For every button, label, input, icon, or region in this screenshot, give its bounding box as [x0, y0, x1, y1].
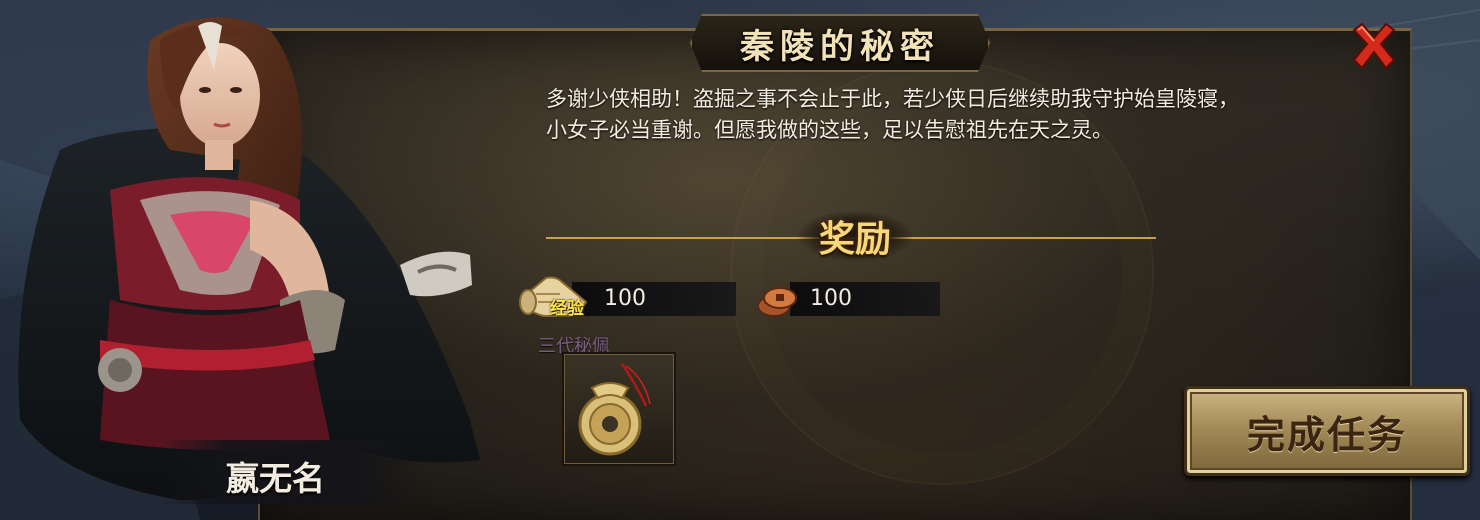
complete-quest-label: 完成任务 — [1246, 412, 1407, 457]
reward-item-slot[interactable] — [562, 352, 676, 466]
copper-coins-icon — [757, 287, 797, 317]
quest-complete-scene: 嬴无名 秦陵的秘密 多谢少侠相助！盗掘之事不会止于此，若少侠日后继续助我守护始皇… — [0, 0, 1480, 520]
reward-section-title: 奖励 — [796, 210, 914, 262]
coin-reward: 100 — [790, 282, 940, 316]
close-button[interactable] — [1348, 20, 1400, 72]
dialog-title: 秦陵的秘密 — [740, 26, 940, 67]
dialog-message: 多谢少侠相助！盗掘之事不会止于此，若少侠日后继续助我守护始皇陵寝，小女子必当重谢… — [546, 87, 1239, 142]
experience-value: 100 — [604, 286, 646, 311]
jade-pendant-icon — [578, 363, 651, 456]
experience-label: 经验 — [550, 299, 584, 319]
close-x-icon — [1352, 22, 1396, 70]
npc-name: 嬴无名 — [226, 459, 325, 498]
coin-value: 100 — [810, 286, 852, 311]
experience-reward: 100 — [572, 282, 736, 316]
complete-quest-button[interactable]: 完成任务 — [1184, 386, 1470, 476]
dialog-title-plate: 秦陵的秘密 — [690, 14, 990, 72]
